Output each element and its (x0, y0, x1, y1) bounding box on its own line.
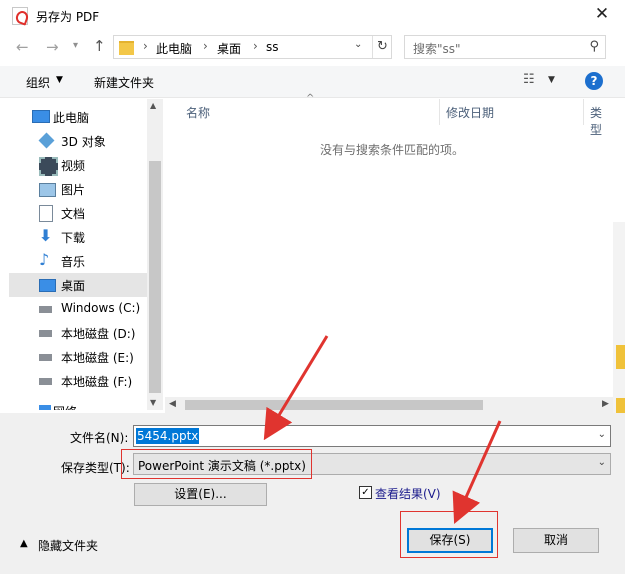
annotation-arrow (263, 335, 329, 441)
annotation-arrows (263, 335, 502, 524)
annotation-arrow (452, 420, 502, 524)
